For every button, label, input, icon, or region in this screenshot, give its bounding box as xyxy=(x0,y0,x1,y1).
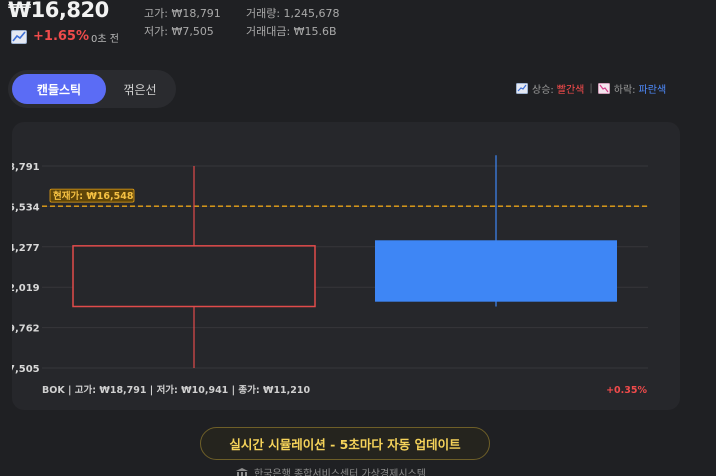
legend-up-prefix: 상승: xyxy=(532,85,554,96)
tab-line[interactable]: 꺾은선 xyxy=(108,74,172,104)
y-tick-label: 4,277 xyxy=(12,243,40,254)
y-tick-label: 5,534 xyxy=(12,202,40,213)
legend-up-color: 빨간색 xyxy=(556,85,585,96)
amount-stat: 거래대금: ₩15.6B xyxy=(246,25,337,38)
y-tick-label: 9,762 xyxy=(12,324,40,335)
high-stat: 고가: ₩18,791 xyxy=(144,7,221,20)
y-tick-label: 7,505 xyxy=(12,364,40,375)
color-legend: 상승: 빨간색 | 하락: 파란색 xyxy=(516,81,666,96)
chart-up-icon xyxy=(516,83,528,94)
current-price-label: 현재가: ₩16,548 xyxy=(53,190,134,202)
simulation-button[interactable]: 실시간 시뮬레이션 - 5초마다 자동 업데이트 xyxy=(200,427,490,460)
footer-text: 한국은행 종합서비스센터 가상경제시스템 xyxy=(254,469,426,476)
low-stat: 저가: ₩7,505 xyxy=(144,25,214,38)
chart-type-tabs: 캔들스틱 꺾은선 xyxy=(8,70,176,108)
candlestick-chart-card: 8,791 5,534 4,277 2,019 9,762 7,505 현재가: ₩16,… xyxy=(12,122,680,410)
footer: 한국은행 종합서비스센터 가상경제시스템 xyxy=(236,465,426,476)
volume-stat: 거래량: 1,245,678 xyxy=(246,7,340,20)
chart-info-text: BOK | 고가: ₩18,791 | 저가: ₩10,941 | 종가: ₩1… xyxy=(42,384,310,396)
legend-down-prefix: 하락: xyxy=(613,85,636,96)
change-percent: +1.65% xyxy=(33,29,89,44)
candle-body[interactable] xyxy=(72,245,316,308)
chart-line-icon xyxy=(11,30,27,44)
legend-separator: | xyxy=(589,83,593,94)
chart-info-change: +0.35% xyxy=(606,385,647,396)
update-age: 0초 전 xyxy=(91,34,119,45)
legend-down-color: 파란색 xyxy=(638,85,667,96)
bank-icon xyxy=(236,467,248,476)
tab-candlestick[interactable]: 캔들스틱 xyxy=(12,74,106,104)
candle-body[interactable] xyxy=(375,240,617,302)
y-tick-label: 2,019 xyxy=(12,283,40,294)
current-price: ₩16,820 xyxy=(8,0,109,22)
candlestick-chart: 8,791 5,534 4,277 2,019 9,762 7,505 현재가: ₩16,… xyxy=(12,155,648,396)
chart-down-icon xyxy=(597,83,610,94)
y-tick-label: 8,791 xyxy=(12,162,40,173)
